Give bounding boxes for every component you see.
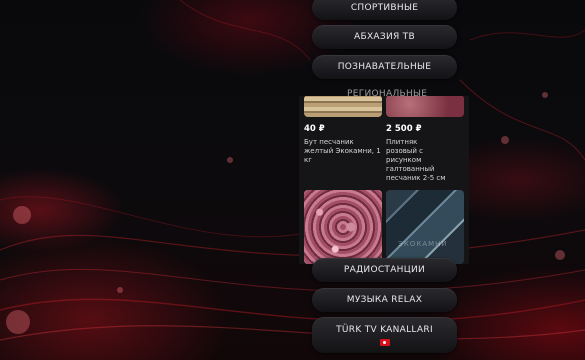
relax-label: Музыка RELAX xyxy=(346,295,423,305)
advertisement-panel[interactable]: 40 ₽ 2 500 ₽ Бут песчаник желтый Экокамн… xyxy=(299,96,469,264)
watermark-text: ЭКОКАМНИ xyxy=(398,240,448,248)
background-red-light-streaks xyxy=(0,0,585,360)
sport-label: Спортивные xyxy=(350,3,419,13)
turkey-flag-icon xyxy=(379,338,390,346)
product-image-pink-gravel[interactable] xyxy=(304,190,382,264)
channel-category-radio-button[interactable]: Радиостанции xyxy=(312,258,457,282)
turk-label: Türk TV Kanallari xyxy=(336,324,433,335)
product-name[interactable]: Бут песчаник желтый Экокамни, 1 кг xyxy=(304,138,384,165)
product-price: 2 500 ₽ xyxy=(386,124,422,134)
educational-label: Познавательные xyxy=(337,62,432,72)
product-price: 40 ₽ xyxy=(304,124,325,134)
channel-category-educational-button[interactable]: Познавательные xyxy=(312,55,457,79)
abkhazia-label: Абхазия ТВ xyxy=(354,32,415,42)
channel-category-relax-button[interactable]: Музыка RELAX xyxy=(312,288,457,312)
product-image-sandstone-yellow[interactable] xyxy=(304,96,382,117)
channel-category-abkhazia-button[interactable]: Абхазия ТВ xyxy=(312,25,457,49)
product-image-pink-flagstone[interactable] xyxy=(386,96,464,117)
radio-label: Радиостанции xyxy=(343,265,426,275)
channel-category-turk-button[interactable]: Türk TV Kanallari xyxy=(312,317,457,353)
channel-category-sport-button[interactable]: Спортивные xyxy=(312,0,457,20)
product-name[interactable]: Плитняк розовый с рисунком галтованный п… xyxy=(386,138,446,183)
product-image-dark-flagstone[interactable]: ЭКОКАМНИ xyxy=(386,190,464,264)
